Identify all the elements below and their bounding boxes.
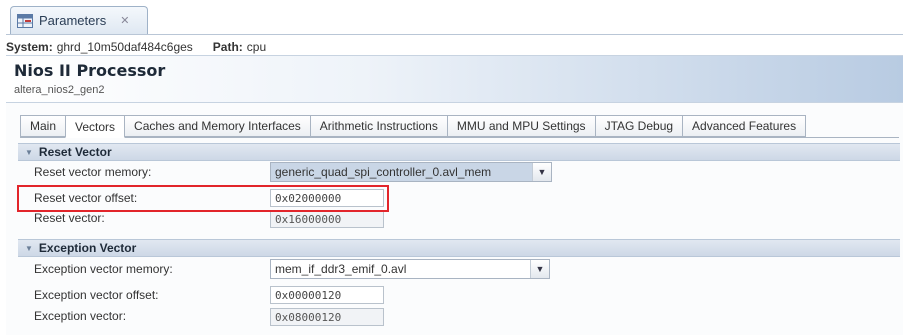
exception-vector-field: 0x08000120: [270, 308, 384, 326]
reset-vector-section-title: Reset Vector: [38, 145, 112, 159]
collapse-triangle-icon: ▼: [25, 147, 33, 157]
exception-vector-offset-label: Exception vector offset:: [34, 288, 159, 302]
exception-vector-label: Exception vector:: [34, 309, 127, 323]
exception-vector-offset-field[interactable]: 0x00000120: [270, 286, 384, 304]
collapse-triangle-icon: ▼: [25, 243, 33, 253]
tab-arithmetic-instructions[interactable]: Arithmetic Instructions: [309, 115, 448, 137]
view-tab-bar: Parameters ✕: [0, 0, 903, 38]
exception-vector-memory-label: Exception vector memory:: [34, 262, 173, 276]
reset-vector-memory-select[interactable]: generic_quad_spi_controller_0.avl_mem ▼: [270, 162, 552, 182]
exception-vector-row: Exception vector: 0x08000120: [18, 306, 900, 327]
tab-mmu-and-mpu-settings[interactable]: MMU and MPU Settings: [446, 115, 596, 137]
path-label: Path:: [212, 39, 243, 54]
tab-vectors[interactable]: Vectors: [65, 115, 126, 138]
reset-vector-section-header[interactable]: ▼ Reset Vector: [18, 143, 900, 161]
system-label: System:: [6, 39, 53, 54]
system-path-bar: System: ghrd_10m50daf484c6ges Path: cpu: [6, 38, 903, 55]
tab-advanced-features[interactable]: Advanced Features: [682, 115, 807, 137]
chevron-down-icon[interactable]: ▼: [532, 163, 551, 181]
tab-caches-and-memory-interfaces[interactable]: Caches and Memory Interfaces: [124, 115, 311, 137]
exception-vector-memory-select[interactable]: mem_if_ddr3_emif_0.avl ▼: [270, 259, 550, 279]
parameters-grid-icon: [17, 13, 33, 28]
tab-jtag-debug[interactable]: JTAG Debug: [594, 115, 684, 137]
component-subtitle: altera_nios2_gen2: [14, 84, 105, 96]
reset-vector-memory-value: generic_quad_spi_controller_0.avl_mem: [275, 165, 492, 179]
path-value: cpu: [246, 39, 267, 54]
tab-panel-border: [20, 137, 899, 138]
reset-vector-memory-label: Reset vector memory:: [34, 165, 152, 179]
system-value: ghrd_10m50daf484c6ges: [56, 39, 193, 54]
exception-vector-section-title: Exception Vector: [38, 241, 137, 255]
reset-vector-field: 0x16000000: [270, 210, 384, 228]
tab-main[interactable]: Main: [20, 115, 67, 137]
parameters-view-tab[interactable]: Parameters ✕: [10, 6, 148, 34]
view-tab-title: Parameters: [39, 13, 107, 28]
exception-vector-section-header[interactable]: ▼ Exception Vector: [18, 239, 900, 257]
component-header: Nios II Processor altera_nios2_gen2: [6, 55, 903, 103]
red-highlight-box: [17, 185, 389, 212]
reset-vector-memory-row: Reset vector memory: generic_quad_spi_co…: [18, 162, 900, 183]
chevron-down-icon[interactable]: ▼: [530, 260, 549, 278]
view-tab-divider: [6, 34, 903, 35]
exception-vector-memory-value: mem_if_ddr3_emif_0.avl: [275, 262, 407, 276]
component-title: Nios II Processor: [14, 61, 166, 80]
parameter-tabs: Main Vectors Caches and Memory Interface…: [20, 115, 807, 138]
reset-vector-label: Reset vector:: [34, 211, 105, 225]
close-icon[interactable]: ✕: [120, 14, 129, 27]
exception-vector-memory-row: Exception vector memory: mem_if_ddr3_emi…: [18, 259, 900, 280]
exception-vector-offset-row: Exception vector offset: 0x00000120: [18, 285, 900, 306]
